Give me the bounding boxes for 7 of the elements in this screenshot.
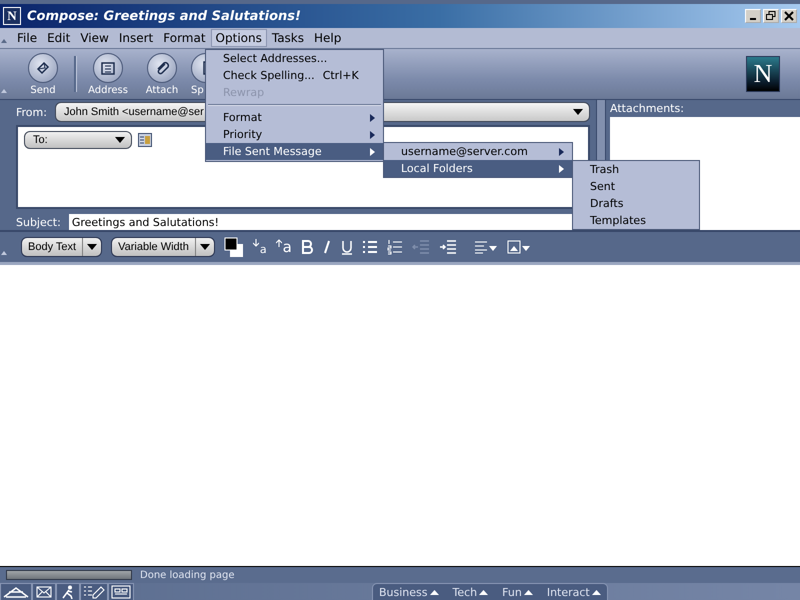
from-label: From: [16, 106, 47, 118]
subject-label: Subject: [16, 216, 61, 228]
status-text: Done loading page [140, 570, 234, 580]
attachments-label: Attachments: [610, 102, 685, 115]
app-logo: N [746, 56, 780, 92]
app-logo: N [3, 7, 21, 25]
window-title: Compose: Greetings and Salutations! [27, 8, 302, 24]
